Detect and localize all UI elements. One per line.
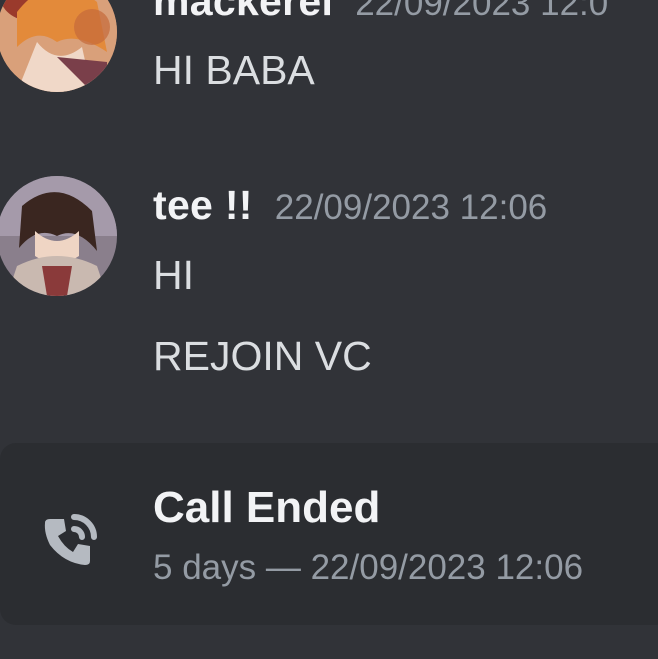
call-title: Call Ended (153, 483, 381, 532)
phone-call-icon (44, 514, 97, 565)
timestamp: 22/09/2023 12:06 (274, 188, 548, 227)
author-line: mackerel 22/09/2023 12:0 (153, 0, 608, 25)
call-ended-card: Call Ended 5 days — 22/09/2023 12:06 (0, 443, 658, 625)
avatar-image (0, 176, 117, 296)
message-group: mackerel 22/09/2023 12:0 HI BABA (0, 0, 658, 110)
avatar[interactable] (0, 176, 117, 296)
call-subtitle: 5 days — 22/09/2023 12:06 (153, 548, 584, 587)
author-name[interactable]: tee !! (153, 182, 253, 228)
author-line: tee !! 22/09/2023 12:06 (153, 182, 547, 229)
author-name[interactable]: mackerel (153, 0, 333, 24)
message-text: HI (153, 252, 194, 298)
message-group: tee !! 22/09/2023 12:06 HI REJOIN VC (0, 170, 658, 390)
timestamp: 22/09/2023 12:0 (355, 0, 609, 23)
avatar-image (0, 0, 117, 92)
message-text: HI BABA (153, 47, 315, 93)
message-text: REJOIN VC (153, 333, 372, 379)
avatar[interactable] (0, 0, 117, 92)
